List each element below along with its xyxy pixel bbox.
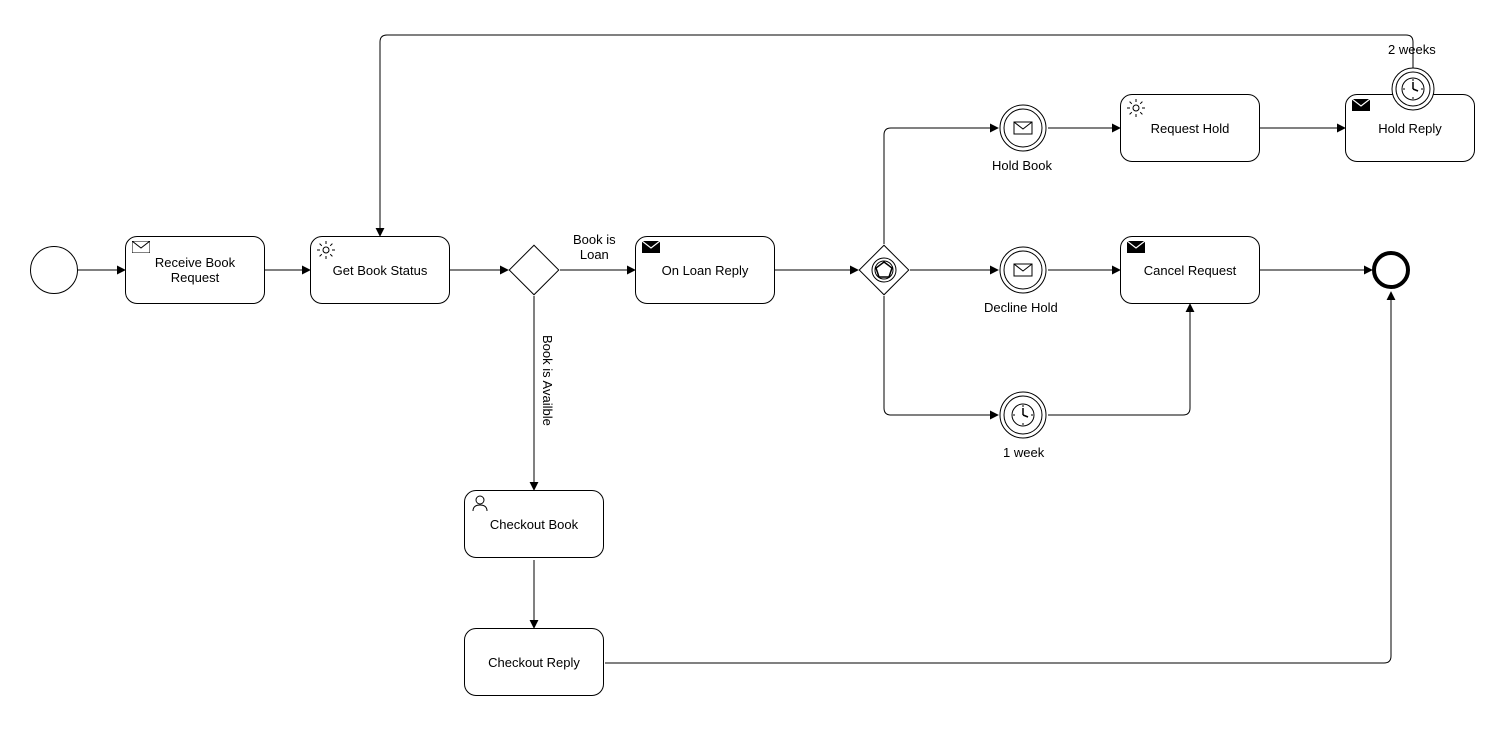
task-label: Receive Book Request [155, 255, 235, 285]
exclusive-gateway[interactable] [509, 245, 560, 296]
end-event[interactable] [1372, 251, 1410, 289]
task-label: Checkout Reply [488, 655, 580, 670]
gear-icon [317, 241, 335, 262]
envelope-black-icon [642, 241, 660, 256]
task-label: Cancel Request [1144, 263, 1237, 278]
event-gateway-inner-icon [869, 255, 899, 285]
task-label: Get Book Status [333, 263, 428, 278]
edge-label-book-is-available: Book is Availble [540, 335, 555, 426]
user-icon [471, 495, 489, 516]
event-decline-hold[interactable] [998, 245, 1048, 295]
task-label: On Loan Reply [662, 263, 749, 278]
task-get-book-status[interactable]: Get Book Status [310, 236, 450, 304]
task-checkout-book[interactable]: Checkout Book [464, 490, 604, 558]
event-label-one-week: 1 week [1003, 445, 1044, 460]
event-label-hold-book: Hold Book [992, 158, 1052, 173]
bpmn-canvas: Receive Book Request Get Book Status Boo… [0, 0, 1500, 732]
edge-label-book-is-loan: Book is Loan [573, 232, 616, 262]
task-label: Hold Reply [1378, 121, 1442, 136]
gear-icon [1127, 99, 1145, 120]
envelope-black-icon [1127, 241, 1145, 256]
task-cancel-request[interactable]: Cancel Request [1120, 236, 1260, 304]
task-label: Checkout Book [490, 517, 578, 532]
event-label-decline-hold: Decline Hold [984, 300, 1058, 315]
envelope-black-icon [1352, 99, 1370, 114]
task-request-hold[interactable]: Request Hold [1120, 94, 1260, 162]
event-label-two-weeks: 2 weeks [1388, 42, 1436, 57]
boundary-timer-two-weeks[interactable] [1390, 66, 1436, 112]
event-hold-book[interactable] [998, 103, 1048, 153]
task-receive-book-request[interactable]: Receive Book Request [125, 236, 265, 304]
bpmn-flows [0, 0, 1500, 732]
start-event[interactable] [30, 246, 78, 294]
task-label: Request Hold [1151, 121, 1230, 136]
task-checkout-reply[interactable]: Checkout Reply [464, 628, 604, 696]
envelope-icon [132, 241, 150, 256]
event-one-week-timer[interactable] [998, 390, 1048, 440]
task-on-loan-reply[interactable]: On Loan Reply [635, 236, 775, 304]
